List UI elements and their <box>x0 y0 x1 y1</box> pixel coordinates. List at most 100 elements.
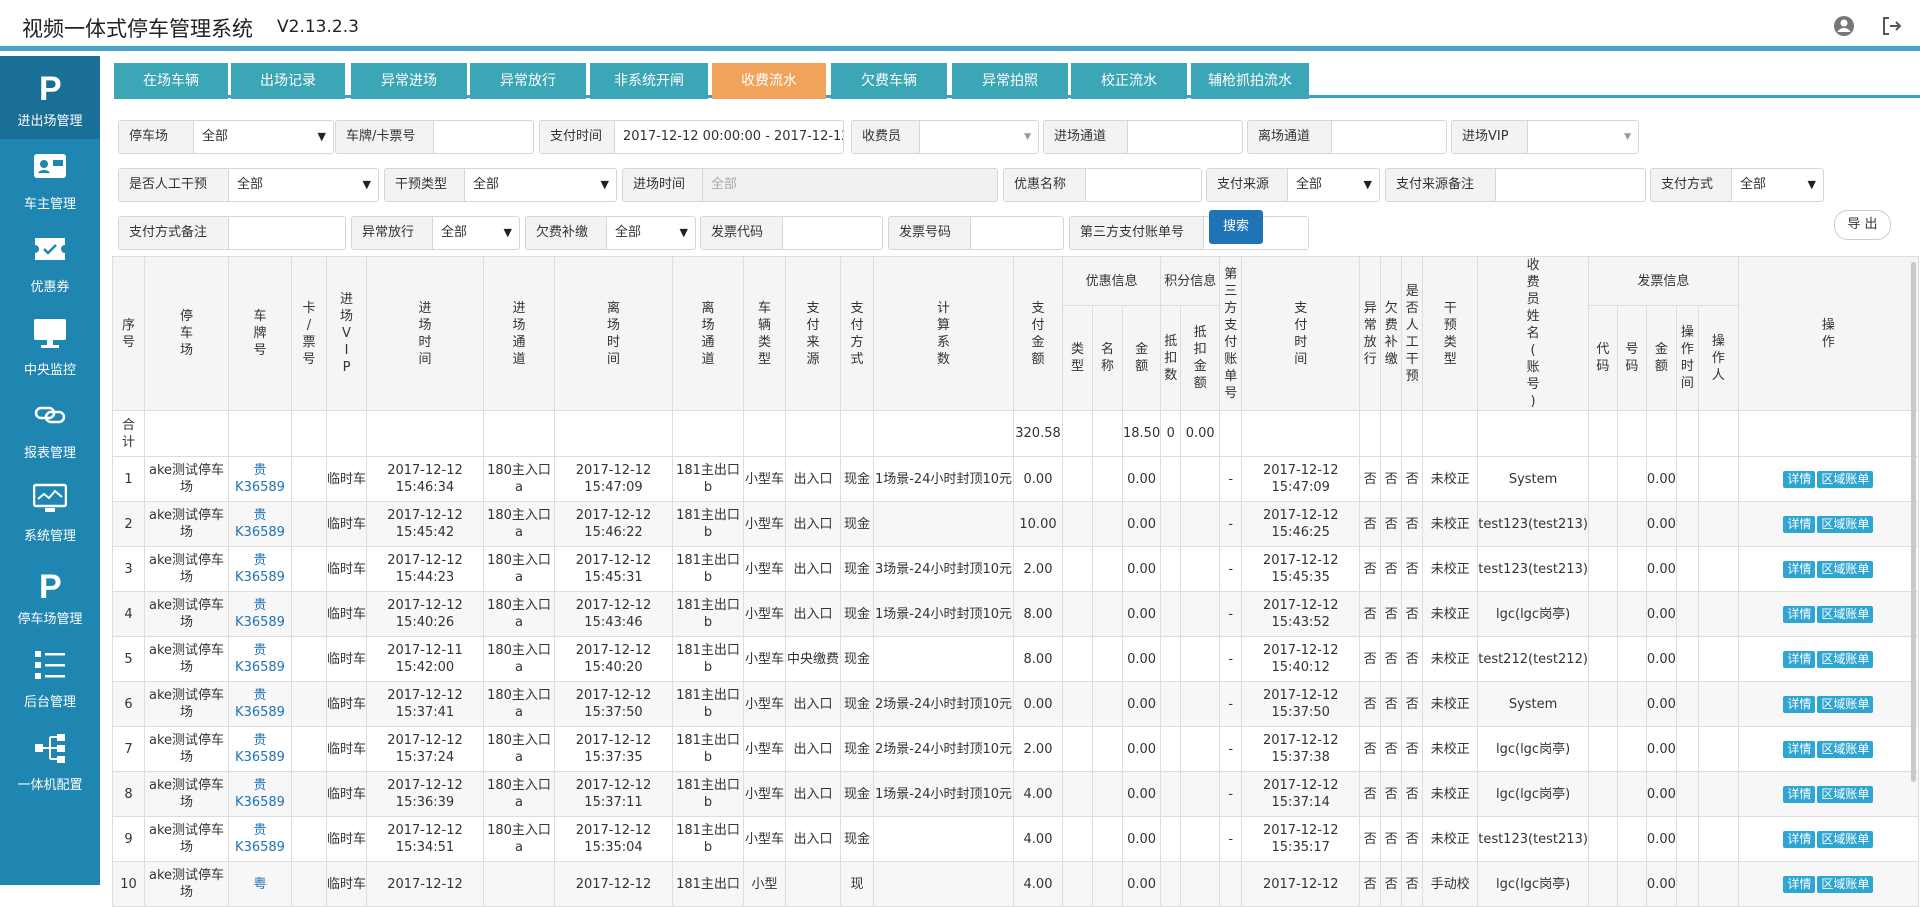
plate-link[interactable]: 贵K36589 <box>228 636 292 682</box>
filter-value[interactable] <box>1528 121 1638 153</box>
plate-link[interactable]: 贵K36589 <box>228 591 292 637</box>
manual-filter[interactable]: 是否人工干预 全部 ▼ <box>118 168 379 202</box>
filter-value[interactable] <box>920 121 1038 153</box>
cell-exit_lane: 181主出口b <box>672 816 744 862</box>
plate-link[interactable]: 粤 <box>228 861 292 907</box>
cell-abnormal: 否 <box>1359 546 1382 592</box>
detail-button[interactable]: 详情 <box>1783 560 1816 578</box>
col-header-p_deduct: 抵扣数 <box>1160 305 1182 411</box>
filter-value[interactable] <box>783 217 882 249</box>
area-bill-button[interactable]: 区域账单 <box>1817 695 1874 713</box>
detail-button[interactable]: 详情 <box>1783 470 1816 488</box>
sidebar-item-7[interactable]: 后台管理 <box>0 637 100 720</box>
col-header-ops: 操作 <box>1737 256 1919 411</box>
detail-button[interactable]: 详情 <box>1783 605 1816 623</box>
exit-lane-filter[interactable]: 离场通道 <box>1247 120 1447 154</box>
filter-value[interactable] <box>971 217 1063 249</box>
filter-value[interactable] <box>1496 169 1645 201</box>
detail-button[interactable]: 详情 <box>1783 515 1816 533</box>
entry-time-filter[interactable]: 进场时间 全部 <box>622 168 998 202</box>
filter-value[interactable] <box>1332 121 1446 153</box>
cell-manual: 否 <box>1401 771 1424 817</box>
area-bill-button[interactable]: 区域账单 <box>1817 830 1874 848</box>
plate-filter[interactable]: 车牌/卡票号 <box>335 120 534 154</box>
tab-1[interactable]: 出场记录 <box>231 63 345 99</box>
filter-value[interactable]: 全部 <box>194 121 333 153</box>
sidebar-item-5[interactable]: 系统管理 <box>0 471 100 554</box>
entry-vip-filter[interactable]: 进场VIP ▼ <box>1451 120 1639 154</box>
tab-2[interactable]: 异常进场 <box>351 63 467 99</box>
user-icon[interactable] <box>1832 14 1856 38</box>
sidebar-item-2[interactable]: 优惠券 <box>0 222 100 305</box>
plate-link[interactable]: 贵K36589 <box>228 546 292 592</box>
intervene-type-filter[interactable]: 干预类型 全部 ▼ <box>384 168 617 202</box>
pay-time-filter[interactable]: 支付时间2017-12-12 00:00:00 - 2017-12-12 23:… <box>539 120 844 154</box>
cell-coef: 2场景-24小时封顶10元 <box>873 681 1014 727</box>
sidebar-item-4[interactable]: 报表管理 <box>0 388 100 471</box>
detail-button[interactable]: 详情 <box>1783 650 1816 668</box>
sidebar-item-6[interactable]: 停车场管理 P <box>0 554 100 637</box>
cell-entry_time: 2017-12-12 15:37:24 <box>366 726 484 772</box>
area-bill-button[interactable]: 区域账单 <box>1817 875 1874 893</box>
filter-value[interactable] <box>1086 169 1201 201</box>
tab-4[interactable]: 非系统开闸 <box>590 63 708 99</box>
filter-value[interactable] <box>434 121 533 153</box>
detail-button[interactable]: 详情 <box>1783 875 1816 893</box>
plate-link[interactable]: 贵K36589 <box>228 501 292 547</box>
tab-0[interactable]: 在场车辆 <box>114 63 228 99</box>
logout-icon[interactable] <box>1880 14 1904 38</box>
tab-6[interactable]: 欠费车辆 <box>831 63 947 99</box>
invoice-code-filter[interactable]: 发票代码 <box>700 216 883 250</box>
filter-value[interactable] <box>1128 121 1242 153</box>
area-bill-button[interactable]: 区域账单 <box>1817 740 1874 758</box>
tab-7[interactable]: 异常拍照 <box>952 63 1068 99</box>
export-button[interactable]: 导 出 <box>1834 210 1891 240</box>
filter-value[interactable]: 全部 <box>703 169 997 201</box>
pay-method-note-filter[interactable]: 支付方式备注 <box>118 216 346 250</box>
filter-value[interactable] <box>229 217 345 249</box>
area-bill-button[interactable]: 区域账单 <box>1817 560 1874 578</box>
cell-method: 现金 <box>840 681 874 727</box>
collector-filter[interactable]: 收费员 ▼ <box>851 120 1039 154</box>
sidebar-item-3[interactable]: 中央监控 <box>0 305 100 388</box>
search-button[interactable]: 搜索 <box>1209 210 1263 244</box>
discount-name-filter[interactable]: 优惠名称 <box>1003 168 1202 202</box>
invoice-no-filter[interactable]: 发票号码 <box>888 216 1064 250</box>
plate-link[interactable]: 贵K36589 <box>228 816 292 862</box>
plate-link[interactable]: 贵K36589 <box>228 681 292 727</box>
cell-exit_lane: 181主出口b <box>672 591 744 637</box>
tab-9[interactable]: 辅枪抓拍流水 <box>1191 63 1309 99</box>
area-bill-button[interactable]: 区域账单 <box>1817 470 1874 488</box>
tab-3[interactable]: 异常放行 <box>470 63 586 99</box>
plate-link[interactable]: 贵K36589 <box>228 456 292 502</box>
third-party-filter[interactable]: 第三方支付账单号 <box>1069 216 1309 250</box>
cell-lot: ake测试停车场 <box>144 816 229 862</box>
abnormal-release-filter[interactable]: 异常放行 全部 ▼ <box>351 216 520 250</box>
area-bill-button[interactable]: 区域账单 <box>1817 605 1874 623</box>
area-bill-button[interactable]: 区域账单 <box>1817 515 1874 533</box>
plate-link[interactable]: 贵K36589 <box>228 771 292 817</box>
area-bill-button[interactable]: 区域账单 <box>1817 650 1874 668</box>
scrollbar[interactable] <box>1911 262 1916 782</box>
arrears-filter[interactable]: 欠费补缴 全部 ▼ <box>525 216 696 250</box>
pay-source-note-filter[interactable]: 支付来源备注 <box>1385 168 1646 202</box>
sidebar-item-1[interactable]: 车主管理 <box>0 139 100 222</box>
parking-lot-filter[interactable]: 停车场 全部 ▼ <box>118 120 334 154</box>
pay-source-filter[interactable]: 支付来源 全部 ▼ <box>1206 168 1380 202</box>
sidebar-item-8[interactable]: 一体机配置 <box>0 720 100 803</box>
sidebar-item-0[interactable]: 进出场管理 P <box>0 56 100 139</box>
detail-button[interactable]: 详情 <box>1783 830 1816 848</box>
area-bill-button[interactable]: 区域账单 <box>1817 785 1874 803</box>
filter-value[interactable]: 2017-12-12 00:00:00 - 2017-12-12 23:59:5… <box>615 121 843 153</box>
tab-8[interactable]: 校正流水 <box>1071 63 1187 99</box>
plate-link[interactable]: 贵K36589 <box>228 726 292 772</box>
detail-button[interactable]: 详情 <box>1783 695 1816 713</box>
pay-method-filter[interactable]: 支付方式 全部 ▼ <box>1650 168 1824 202</box>
filter-value[interactable]: 全部 <box>229 169 378 201</box>
tab-5[interactable]: 收费流水 <box>712 63 826 99</box>
cell-car_type: 小型车 <box>743 591 786 637</box>
entry-lane-filter[interactable]: 进场通道 <box>1043 120 1243 154</box>
filter-value[interactable]: 全部 <box>465 169 616 201</box>
detail-button[interactable]: 详情 <box>1783 785 1816 803</box>
detail-button[interactable]: 详情 <box>1783 740 1816 758</box>
